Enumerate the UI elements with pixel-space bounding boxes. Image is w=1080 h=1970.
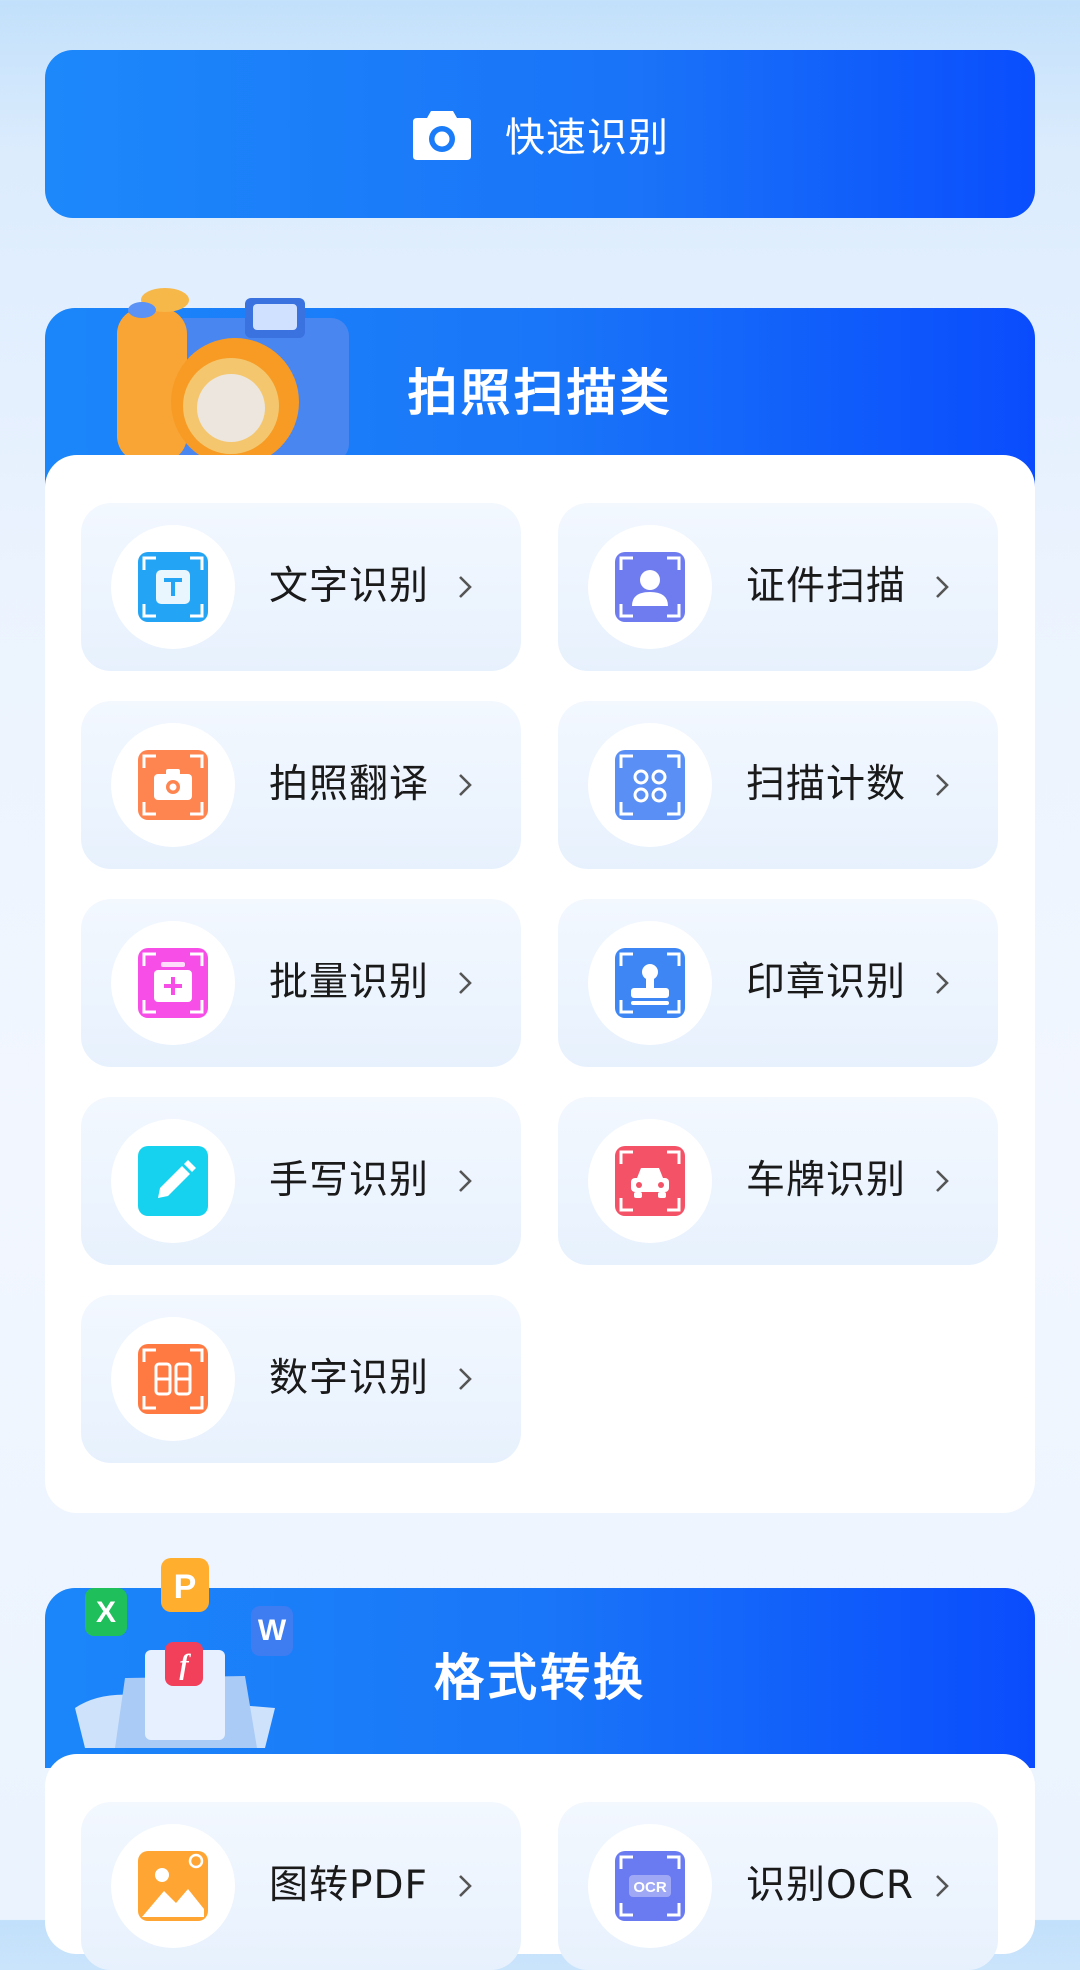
image-to-pdf-card[interactable]: 图转PDF [81, 1802, 521, 1970]
chevron-right-icon [459, 1170, 472, 1192]
digit-icon [138, 1344, 208, 1414]
chevron-right-icon [459, 774, 472, 796]
card-label: 拍照翻译 [269, 762, 430, 807]
text-scan-icon [138, 552, 208, 622]
card-label: 文字识别 [269, 564, 430, 609]
quick-recognize-button[interactable]: 快速识别 [45, 50, 1035, 218]
convert-section: P X W f 格式转换 图转PDF OCR 识别OCR [45, 1558, 1035, 1970]
batch-scan-icon [138, 948, 208, 1018]
scan-count-icon [615, 750, 685, 820]
handwriting-recognition-card[interactable]: 手写识别 [81, 1097, 521, 1265]
card-label: 图转PDF [269, 1863, 428, 1908]
scan-section-body: 文字识别 证件扫描 拍照翻译 扫描计数 批量识别 印章识别 手写识别 车牌识别 … [45, 455, 1035, 1513]
camera-icon [413, 111, 471, 160]
chevron-right-icon [459, 972, 472, 994]
card-label: 数字识别 [269, 1356, 430, 1401]
digit-recognition-card[interactable]: 数字识别 [81, 1295, 521, 1463]
convert-section-title: 格式转换 [434, 1649, 646, 1707]
chevron-right-icon [459, 576, 472, 598]
chevron-right-icon [936, 1170, 949, 1192]
convert-section-body: 图转PDF OCR 识别OCR [45, 1754, 1035, 1970]
scan-section-title: 拍照扫描类 [407, 364, 673, 422]
chevron-right-icon [459, 1368, 472, 1390]
image-to-pdf-icon [138, 1851, 208, 1921]
text-recognition-card[interactable]: 文字识别 [81, 503, 521, 671]
quick-recognize-label: 快速识别 [505, 115, 669, 161]
chevron-right-icon [936, 972, 949, 994]
svg-text:OCR: OCR [633, 1879, 667, 1896]
scan-section: 拍照扫描类 文字识别 证件扫描 拍照翻译 扫描计数 批量识别 印章识别 手写识别… [45, 288, 1035, 1513]
ocr-icon: OCR [615, 1851, 685, 1921]
x-badge: X [96, 1596, 116, 1629]
card-label: 手写识别 [269, 1158, 430, 1203]
card-label: 印章识别 [746, 960, 907, 1005]
license-plate-icon [615, 1146, 685, 1216]
card-label: 批量识别 [269, 960, 430, 1005]
id-scan-card[interactable]: 证件扫描 [558, 503, 998, 671]
card-label: 车牌识别 [746, 1158, 907, 1203]
scan-count-card[interactable]: 扫描计数 [558, 701, 998, 869]
card-label: 扫描计数 [746, 762, 907, 807]
id-card-icon [615, 552, 685, 622]
chevron-right-icon [459, 1875, 472, 1897]
batch-recognition-card[interactable]: 批量识别 [81, 899, 521, 1067]
photo-translate-icon [138, 750, 208, 820]
chevron-right-icon [936, 1875, 949, 1897]
photo-translate-card[interactable]: 拍照翻译 [81, 701, 521, 869]
p-badge: P [174, 1568, 197, 1606]
ocr-card[interactable]: OCR 识别OCR [558, 1802, 998, 1970]
chevron-right-icon [936, 576, 949, 598]
stamp-icon [615, 948, 685, 1018]
license-plate-card[interactable]: 车牌识别 [558, 1097, 998, 1265]
card-label: 证件扫描 [746, 564, 907, 609]
card-label: 识别OCR [746, 1863, 915, 1908]
handwriting-icon [138, 1146, 208, 1216]
stamp-recognition-card[interactable]: 印章识别 [558, 899, 998, 1067]
chevron-right-icon [936, 774, 949, 796]
